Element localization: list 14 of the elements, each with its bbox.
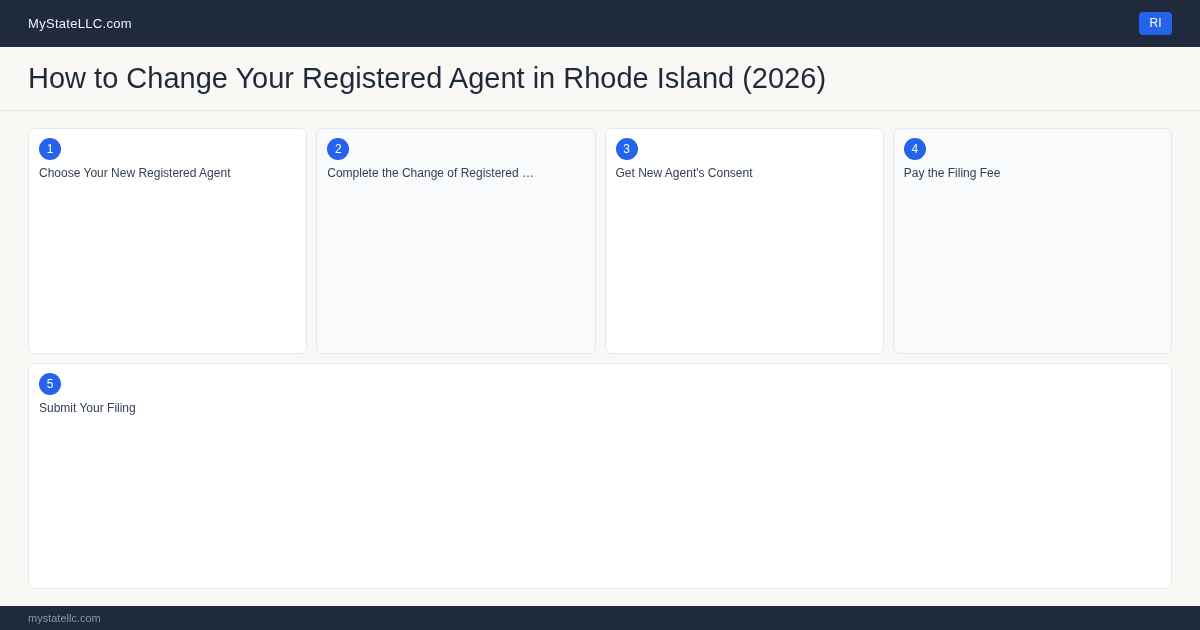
state-button[interactable]: RI <box>1139 11 1172 35</box>
site-name: MyStateLLC.com <box>28 16 132 31</box>
step-title: Submit Your Filing <box>39 401 136 415</box>
step-title: Pay the Filing Fee <box>903 166 1001 180</box>
step-number: 5 <box>39 373 61 395</box>
footer-text: mystatellc.com <box>28 612 101 624</box>
step-title: Choose Your New Registered Agent <box>39 166 231 180</box>
step-number: 3 <box>615 138 638 160</box>
step-title: Get New Agent's Consent <box>615 166 753 180</box>
step-number: 2 <box>327 138 350 160</box>
page-title: How to Change Your Registered Agent in Rhode Island (2026) <box>28 61 827 96</box>
step-number: 4 <box>903 138 926 160</box>
step-number: 1 <box>39 138 61 160</box>
step-title: Complete the Change of Registered … <box>327 166 535 180</box>
